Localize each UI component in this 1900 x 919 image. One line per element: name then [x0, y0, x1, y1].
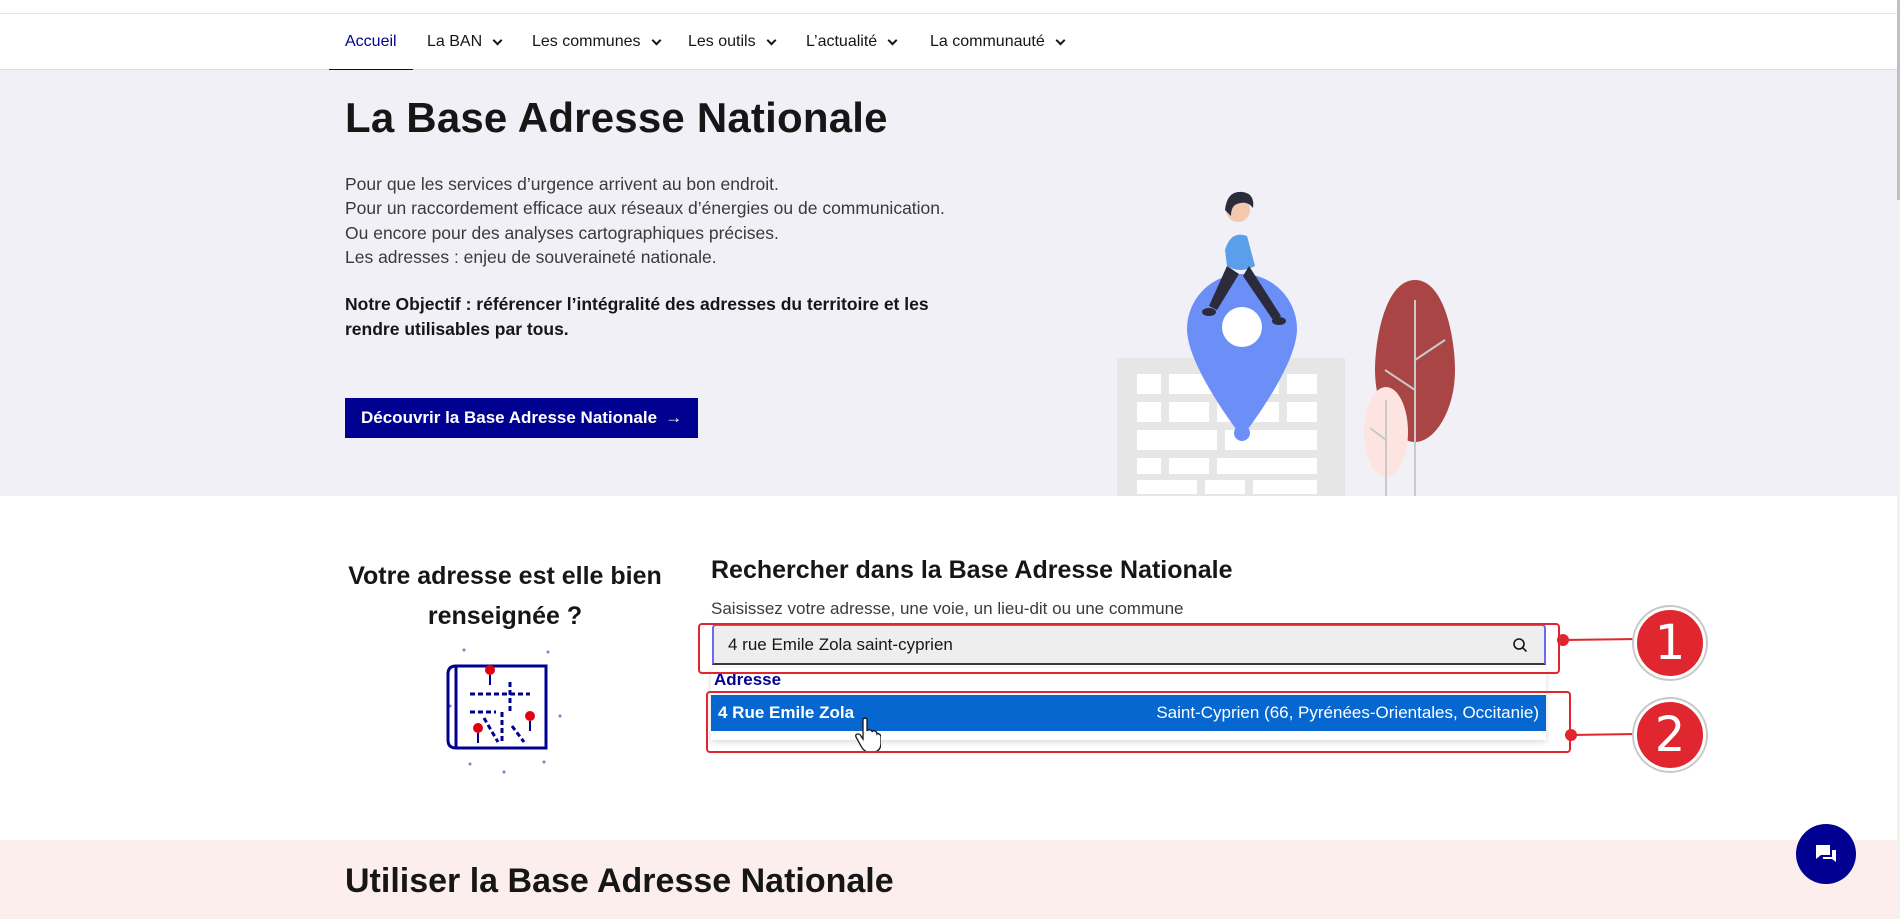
- annotation-box-2: [706, 691, 1571, 753]
- chevron-down-icon: [651, 35, 661, 45]
- nav-label: Les outils: [688, 33, 756, 50]
- map-pins-icon: [446, 648, 562, 774]
- arrow-right-icon: →: [665, 408, 683, 427]
- discover-ban-label: Découvrir la Base Adresse Nationale: [361, 408, 658, 427]
- page-title: La Base Adresse Nationale: [345, 94, 888, 141]
- chevron-down-icon: [492, 35, 503, 45]
- use-ban-title: Utiliser la Base Adresse Nationale: [345, 862, 894, 900]
- nav-item-les-communes[interactable]: Les communes: [532, 14, 661, 70]
- annotation-badge-1: 1: [1634, 607, 1706, 679]
- nav-label: La BAN: [427, 33, 483, 50]
- chevron-down-icon: [1055, 35, 1066, 45]
- annotation-box-1: [698, 623, 1560, 674]
- main-nav: Accueil La BAN Les communes Les outils L…: [0, 14, 1897, 71]
- nav-item-la-ban[interactable]: La BAN: [427, 14, 503, 70]
- chat-button[interactable]: [1796, 824, 1856, 884]
- nav-label: Les communes: [532, 33, 641, 50]
- browser-top-strip: [0, 0, 1897, 14]
- discover-ban-button[interactable]: Découvrir la Base Adresse Nationale →: [345, 398, 699, 438]
- hero-goal: Notre Objectif : référencer l’intégralit…: [345, 292, 965, 341]
- hero-line: Ou encore pour des analyses cartographiq…: [345, 222, 779, 243]
- hero-description: Pour que les services d’urgence arrivent…: [345, 172, 945, 269]
- nav-label: Accueil: [345, 33, 397, 50]
- nav-item-communaute[interactable]: La communauté: [930, 14, 1066, 70]
- chevron-down-icon: [887, 35, 898, 45]
- hero-line: Pour que les services d’urgence arrivent…: [345, 174, 779, 194]
- search-title: Rechercher dans la Base Adresse National…: [711, 556, 1233, 584]
- hand-cursor-icon: [855, 717, 881, 751]
- address-check-title: Votre adresse est elle bien renseignée ?: [348, 562, 662, 630]
- goal-label: Notre Objectif :: [345, 294, 472, 314]
- hero-section: La Base Adresse Nationale Pour que les s…: [0, 70, 1897, 505]
- nav-item-accueil[interactable]: Accueil: [329, 14, 413, 71]
- nav-label: L’actualité: [806, 33, 878, 50]
- chevron-down-icon: [766, 35, 777, 45]
- hero-line: Les adresses : enjeu de souveraineté nat…: [345, 246, 717, 267]
- hero-line: Pour un raccordement efficace aux réseau…: [345, 198, 945, 219]
- search-hint: Saisissez votre adresse, une voie, un li…: [711, 599, 1184, 618]
- nav-label: La communauté: [930, 33, 1045, 50]
- annotation-badge-2: 2: [1634, 699, 1706, 771]
- nav-item-actualite[interactable]: L’actualité: [806, 14, 898, 70]
- nav-item-les-outils[interactable]: Les outils: [688, 14, 777, 70]
- chat-icon: [1816, 845, 1836, 862]
- use-ban-section: Utiliser la Base Adresse Nationale: [0, 840, 1897, 919]
- map-pin-woman-illustration: [1080, 191, 1480, 505]
